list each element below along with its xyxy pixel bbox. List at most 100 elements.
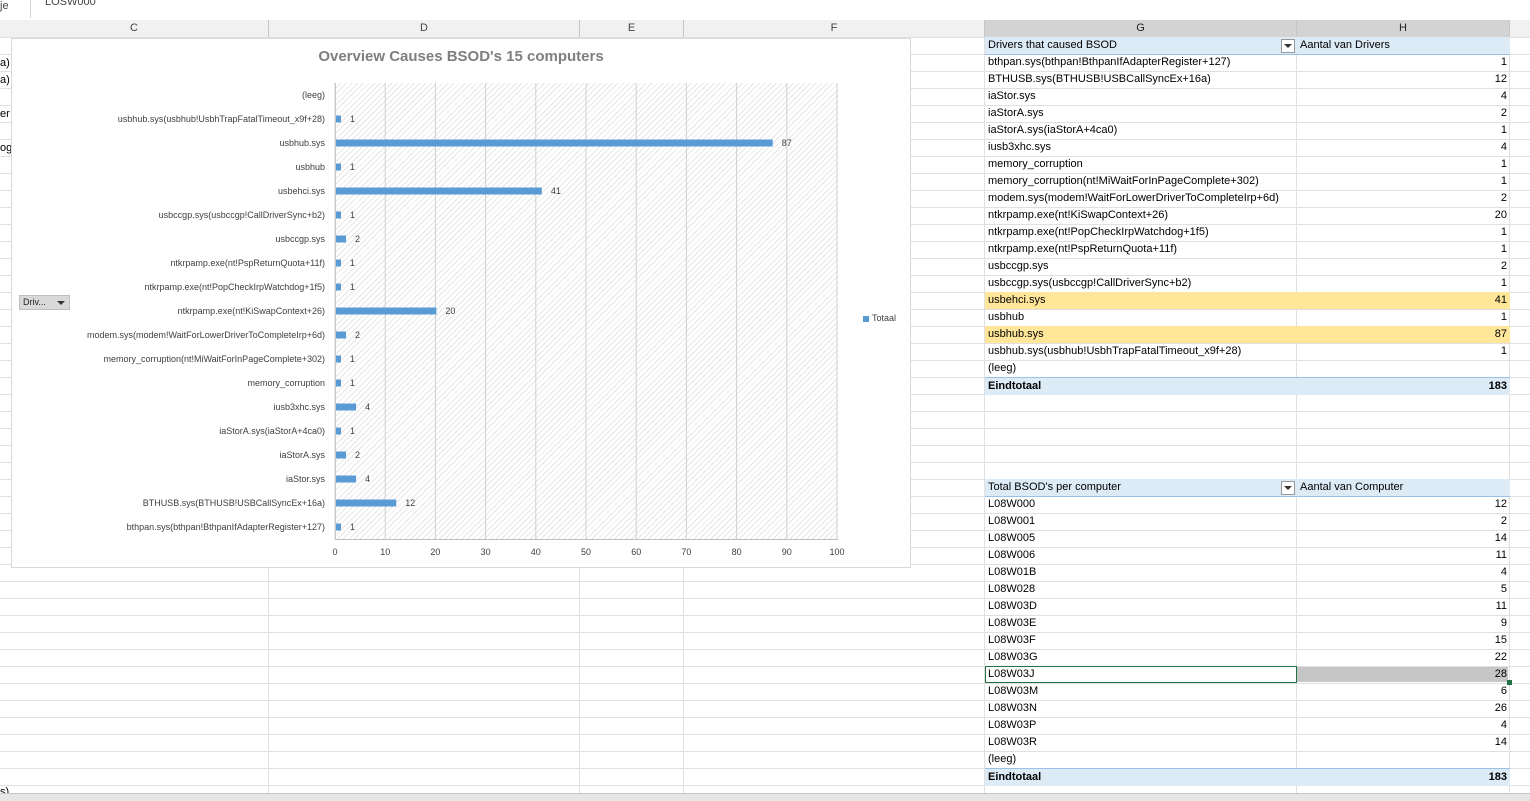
pivot-row-label: usbehci.sys xyxy=(988,294,1046,306)
bar[interactable] xyxy=(336,379,342,387)
pivot-row-value: 11 xyxy=(1495,549,1507,561)
bar[interactable] xyxy=(336,211,342,219)
pivot-row[interactable]: memory_corruption(nt!MiWaitForInPageComp… xyxy=(985,173,1510,190)
cell-fragment: a) xyxy=(0,74,10,86)
bar[interactable] xyxy=(336,259,342,267)
bar[interactable] xyxy=(336,115,342,123)
bar[interactable] xyxy=(336,187,542,195)
pivot-row-label: iaStorA.sys(iaStorA+4ca0) xyxy=(988,124,1118,136)
pivot-row[interactable]: usbhub.sys 87 xyxy=(985,326,1510,343)
chevron-down-icon xyxy=(57,301,65,305)
pivot-row[interactable]: bthpan.sys(bthpan!BthpanIfAdapterRegiste… xyxy=(985,54,1510,71)
filter-dropdown-icon[interactable] xyxy=(1281,39,1295,53)
column-header-d[interactable]: D xyxy=(269,20,580,37)
axis-field-button[interactable]: Driv... xyxy=(19,295,70,310)
pivot-row[interactable]: L08W01B 4 xyxy=(985,564,1510,581)
pivot-row-value: 5 xyxy=(1500,583,1507,595)
pivot-row[interactable]: L08W000 12 xyxy=(985,496,1510,513)
pivot-row[interactable]: L08W03N 26 xyxy=(985,700,1510,717)
pivot-row-label: L08W03D xyxy=(988,600,1037,612)
legend-label: Totaal xyxy=(872,313,897,323)
pivot-row-label: (leeg) xyxy=(988,362,1017,374)
chart-legend[interactable]: Totaal xyxy=(863,313,896,323)
data-label: 1 xyxy=(350,354,355,364)
pivot-row-value: 2 xyxy=(1500,107,1507,119)
pivot-row-label: usbccgp.sys xyxy=(988,260,1049,272)
column-header-e[interactable]: E xyxy=(580,20,684,37)
data-label: 1 xyxy=(350,258,355,268)
pivot-row[interactable]: L08W03R 14 xyxy=(985,734,1510,751)
pivot-row[interactable]: usbehci.sys 41 xyxy=(985,292,1510,309)
pivot-row[interactable]: iaStor.sys 4 xyxy=(985,88,1510,105)
pivot-row[interactable]: BTHUSB.sys(BTHUSB!USBCallSyncEx+16a) 12 xyxy=(985,71,1510,88)
pivot-row[interactable]: usbccgp.sys 2 xyxy=(985,258,1510,275)
pivot-row[interactable]: modem.sys(modem!WaitForLowerDriverToComp… xyxy=(985,190,1510,207)
pivot-row[interactable]: ntkrpamp.exe(nt!PspReturnQuota+11f) 1 xyxy=(985,241,1510,258)
x-tick-label: 20 xyxy=(430,547,440,557)
column-header-f[interactable]: F xyxy=(684,20,985,37)
pivot-row-label: ntkrpamp.exe(nt!PspReturnQuota+11f) xyxy=(988,243,1178,255)
pivot-row[interactable]: (leeg) xyxy=(985,360,1510,377)
pivot-row-value: 2 xyxy=(1500,515,1507,527)
pivot-chart[interactable]: Overview Causes BSOD's 15 computers 0 10 2… xyxy=(11,38,911,568)
bar[interactable] xyxy=(336,163,342,171)
category-label: usbhub.sys(usbhub!UsbhTrapFatalTimeout_x… xyxy=(118,114,325,124)
bar[interactable] xyxy=(336,235,347,243)
bar[interactable] xyxy=(336,139,773,147)
pivot-row[interactable]: iaStorA.sys 2 xyxy=(985,105,1510,122)
pivot-row[interactable]: usbhub.sys(usbhub!UsbhTrapFatalTimeout_x… xyxy=(985,343,1510,360)
column-header-c[interactable]: C xyxy=(0,20,269,37)
pivot-grand-total[interactable]: Eindtotaal 183 xyxy=(985,768,1510,786)
pivot-row-label: usbhub.sys xyxy=(988,328,1044,340)
pivot-row-label: L08W028 xyxy=(988,583,1036,595)
pivot-row[interactable]: L08W03M 6 xyxy=(985,683,1510,700)
pivot-row[interactable]: L08W03D 11 xyxy=(985,598,1510,615)
bar[interactable] xyxy=(336,451,347,459)
bar[interactable] xyxy=(336,403,357,411)
pivot-row[interactable]: L08W028 5 xyxy=(985,581,1510,598)
name-box[interactable]: je xyxy=(0,0,31,18)
pivot-row[interactable]: usbccgp.sys(usbccgp!CallDriverSync+b2) 1 xyxy=(985,275,1510,292)
filter-dropdown-icon[interactable] xyxy=(1281,481,1295,495)
pivot-row[interactable]: (leeg) xyxy=(985,751,1510,768)
pivot-row-value: 20 xyxy=(1494,209,1507,221)
bar[interactable] xyxy=(336,331,347,339)
category-label: modem.sys(modem!WaitForLowerDriverToComp… xyxy=(87,330,325,340)
pivot-row-label: BTHUSB.sys(BTHUSB!USBCallSyncEx+16a) xyxy=(988,73,1211,85)
pivot-row[interactable]: ntkrpamp.exe(nt!PopCheckIrpWatchdog+1f5)… xyxy=(985,224,1510,241)
category-label: iaStorA.sys(iaStorA+4ca0) xyxy=(219,426,325,436)
pivot-row-label: usbhub xyxy=(988,311,1025,323)
bar[interactable] xyxy=(336,355,342,363)
pivot-row[interactable]: iusb3xhc.sys 4 xyxy=(985,139,1510,156)
pivot-row-label: ntkrpamp.exe(nt!KiSwapContext+26) xyxy=(988,209,1169,221)
pivot-row[interactable]: iaStorA.sys(iaStorA+4ca0) 1 xyxy=(985,122,1510,139)
bar[interactable] xyxy=(336,283,342,291)
pivot-row-label: L08W03E xyxy=(988,617,1037,629)
pivot-row[interactable]: L08W03J 28 xyxy=(985,666,1512,685)
pivot-row-label: L08W03P xyxy=(988,719,1037,731)
pivot-grand-total[interactable]: Eindtotaal 183 xyxy=(985,377,1510,395)
pivot-row[interactable]: L08W03F 15 xyxy=(985,632,1510,649)
cell-fragment: er xyxy=(0,108,10,120)
pivot-row[interactable]: memory_corruption 1 xyxy=(985,156,1510,173)
bar[interactable] xyxy=(336,499,397,507)
bar[interactable] xyxy=(336,307,437,315)
x-tick-label: 70 xyxy=(681,547,691,557)
category-label: ntkrpamp.exe(nt!PspReturnQuota+11f) xyxy=(170,258,325,268)
category-label: ntkrpamp.exe(nt!KiSwapContext+26) xyxy=(178,306,325,316)
formula-value[interactable]: LOSW000 xyxy=(45,0,96,8)
pivot-row-label: memory_corruption xyxy=(988,158,1083,170)
pivot-row[interactable]: usbhub 1 xyxy=(985,309,1510,326)
pivot-row[interactable]: L08W03E 9 xyxy=(985,615,1510,632)
bar[interactable] xyxy=(336,523,342,531)
pivot-row[interactable]: L08W006 11 xyxy=(985,547,1510,564)
x-tick-label: 40 xyxy=(531,547,541,557)
cell-fragment: a) xyxy=(0,57,10,69)
pivot-row[interactable]: L08W03P 4 xyxy=(985,717,1510,734)
bar[interactable] xyxy=(336,475,357,483)
pivot-row[interactable]: ntkrpamp.exe(nt!KiSwapContext+26) 20 xyxy=(985,207,1510,224)
pivot-row[interactable]: L08W03G 22 xyxy=(985,649,1510,666)
pivot-row[interactable]: L08W001 2 xyxy=(985,513,1510,530)
bar[interactable] xyxy=(336,427,342,435)
pivot-row[interactable]: L08W005 14 xyxy=(985,530,1510,547)
